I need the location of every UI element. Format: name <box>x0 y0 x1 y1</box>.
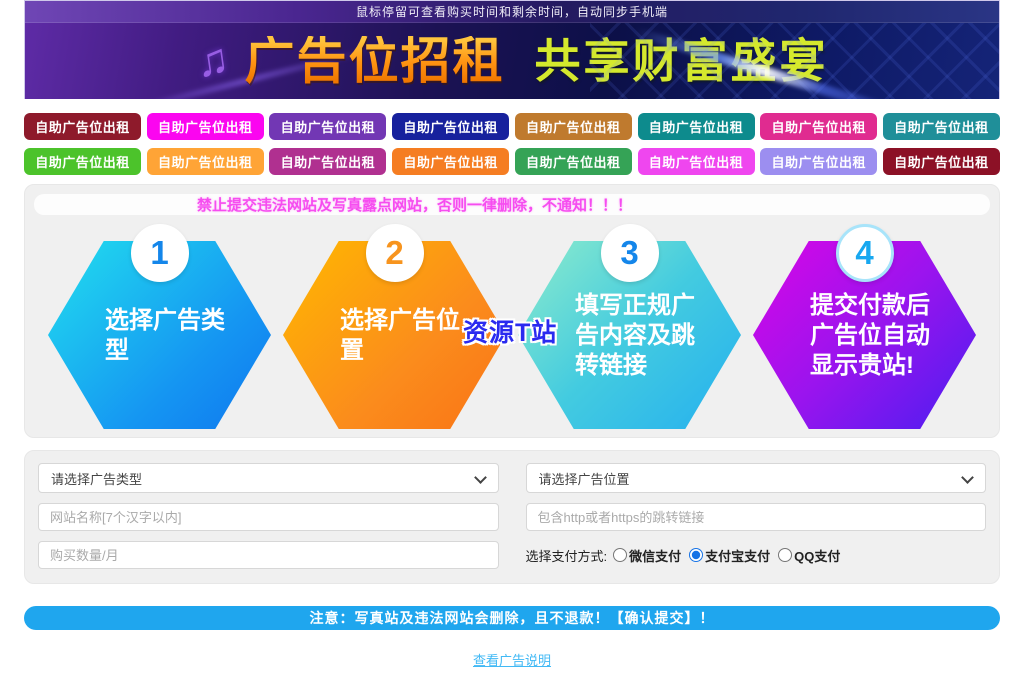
top-info-text: 鼠标停留可查看购买时间和剩余时间，自动同步手机端 <box>355 5 668 19</box>
step-1-label: 选择广告类型 <box>105 307 225 364</box>
payment-option-label: 支付宝支付 <box>705 548 771 564</box>
ad-rent-button[interactable]: 自助广告位出租 <box>24 113 141 140</box>
ad-rent-button[interactable]: 自助广告位出租 <box>514 113 632 140</box>
step-1: 选择广告类型 1 <box>48 224 271 430</box>
payment-options: 微信支付 支付宝支付 QQ支付 <box>613 546 848 565</box>
ad-rent-button[interactable]: 自助广告位出租 <box>24 148 141 175</box>
ad-buttons-row-1: 自助广告位出租 自助广告位出租 自助广告位出租 自助广告位出租 自助广告位出租 自助广告位… <box>24 113 1000 140</box>
ad-type-select[interactable]: 请选择广告类型 <box>38 463 499 493</box>
submit-notice-bar[interactable]: 注意：写真站及违法网站会删除，且不退款！【确认提交】！ <box>24 606 1000 630</box>
ad-position-select[interactable]: 请选择广告位置 <box>525 463 986 493</box>
ad-type-select-value: 请选择广告类型 <box>51 471 143 487</box>
music-notes-icon: ♫ <box>192 33 232 88</box>
ad-buttons-row-2: 自助广告位出租 自助广告位出租 自助广告位出租 自助广告位出租 自助广告位出租 自助广告位… <box>24 148 1000 175</box>
top-info-bar: 鼠标停留可查看购买时间和剩余时间，自动同步手机端 <box>25 1 999 23</box>
submit-notice-text: 注意：写真站及违法网站会删除，且不退款！【确认提交】！ <box>309 610 715 626</box>
site-name-input[interactable] <box>38 503 499 531</box>
warning-text: 禁止提交违法网站及写真露点网站，否则一律删除，不通知！！！ <box>197 197 633 214</box>
warning-bar: 禁止提交违法网站及写真露点网站，否则一律删除，不通知！！！ <box>34 194 990 215</box>
ad-rent-button[interactable]: 自助广告位出租 <box>637 148 755 175</box>
ad-buttons-grid: 自助广告位出租 自助广告位出租 自助广告位出租 自助广告位出租 自助广告位出租 自助广告位… <box>24 99 1000 175</box>
payment-method-row: 选择支付方式: 微信支付 支付宝支付 QQ支付 <box>526 541 987 569</box>
ad-rent-button[interactable]: 自助广告位出租 <box>637 113 755 140</box>
payment-option[interactable]: QQ支付 <box>778 546 840 565</box>
ad-order-form: 请选择广告类型 请选择广告位置 选择支付方式: 微信支付 支付宝支付 QQ支付 <box>24 450 1000 584</box>
banner-title: 广告位招租 <box>244 33 505 89</box>
ad-rent-button[interactable]: 自助广告位出租 <box>882 113 1000 140</box>
ad-rent-button[interactable]: 自助广告位出租 <box>392 148 510 175</box>
payment-radio[interactable] <box>613 548 628 562</box>
step-4-label: 提交付款后广告位自动显示贵站! <box>810 292 930 379</box>
ad-rent-button[interactable]: 自助广告位出租 <box>269 113 387 140</box>
ad-rent-button[interactable]: 自助广告位出租 <box>146 148 264 175</box>
ad-rent-button[interactable]: 自助广告位出租 <box>269 148 387 175</box>
step-4-number-badge: 4 <box>835 224 894 282</box>
payment-option[interactable]: 微信支付 <box>613 546 681 565</box>
payment-option-label: 微信支付 <box>629 548 682 564</box>
steps-card: 禁止提交违法网站及写真露点网站，否则一律删除，不通知！！！ 选择广告类型 1 选… <box>24 184 1000 438</box>
step-1-number-badge: 1 <box>130 224 189 282</box>
ad-position-select-value: 请选择广告位置 <box>538 471 630 487</box>
ad-rent-button[interactable]: 自助广告位出租 <box>514 148 632 175</box>
ad-rent-button[interactable]: 自助广告位出租 <box>392 113 510 140</box>
quantity-input[interactable] <box>38 541 499 569</box>
payment-radio[interactable] <box>689 548 704 562</box>
ad-rent-button[interactable]: 自助广告位出租 <box>146 113 264 140</box>
site-watermark: 资源T站 <box>463 319 558 347</box>
footer: 查看广告说明 <box>24 650 1000 670</box>
header: 鼠标停留可查看购买时间和剩余时间，自动同步手机端 ♫ 广告位招租 共享财富盛宴 <box>24 0 1000 99</box>
payment-option-label: QQ支付 <box>794 548 841 564</box>
banner: ♫ 广告位招租 共享财富盛宴 <box>25 23 999 99</box>
page: 鼠标停留可查看购买时间和剩余时间，自动同步手机端 ♫ 广告位招租 共享财富盛宴 … <box>0 0 1024 670</box>
ad-rent-button[interactable]: 自助广告位出租 <box>882 148 1000 175</box>
chevron-down-icon <box>961 471 974 484</box>
payment-option[interactable]: 支付宝支付 <box>689 546 770 565</box>
payment-method-label: 选择支付方式: <box>525 548 608 564</box>
step-3-label: 填写正规广告内容及跳转链接 <box>575 292 695 379</box>
jump-link-input[interactable] <box>525 503 986 531</box>
ad-rent-button[interactable]: 自助广告位出租 <box>760 113 878 140</box>
chevron-down-icon <box>473 471 487 484</box>
step-3-number-badge: 3 <box>600 224 659 282</box>
step-2-label: 选择广告位置 <box>340 307 460 364</box>
banner-subtitle: 共享财富盛宴 <box>534 35 829 87</box>
step-2-number-badge: 2 <box>365 224 424 282</box>
payment-radio[interactable] <box>778 548 793 562</box>
ad-rent-button[interactable]: 自助广告位出租 <box>760 148 878 175</box>
step-4: 提交付款后广告位自动显示贵站! 4 <box>753 224 976 430</box>
view-ad-instructions-link[interactable]: 查看广告说明 <box>473 653 551 668</box>
